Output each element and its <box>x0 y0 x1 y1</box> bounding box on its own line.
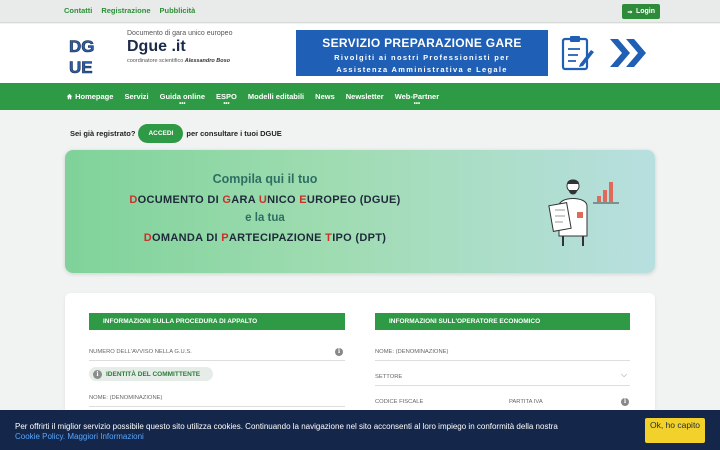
nav-label-news: News <box>315 92 335 101</box>
dropdown-dots-icon: ••• <box>413 101 421 107</box>
nav-item-web-partner[interactable]: Web-Partner ••• <box>394 92 440 107</box>
hero-line-1: Compila qui il tuo <box>212 172 318 186</box>
nav-label-homepage: Homepage <box>75 92 114 101</box>
field-label-vat: PARTITA IVA <box>509 399 543 405</box>
committente-toggle[interactable]: i IDENTITÀ DEL COMMITTENTE <box>89 367 213 381</box>
link-contatti[interactable]: Contatti <box>64 6 92 15</box>
committente-name-input[interactable] <box>89 406 345 407</box>
field-label-notice-number: NUMERO DELL'AVVISO NELLA G.U.S. <box>89 349 192 355</box>
info-icon[interactable]: i <box>621 398 629 406</box>
coordinator-name: Alessandro Boso <box>184 58 231 64</box>
field-label-operator-name: NOME: (DENOMINAZIONE) <box>375 349 449 355</box>
cookie-text: Per offrirti il miglior servizio possibi… <box>15 422 558 431</box>
clipboard-icon <box>561 36 594 71</box>
link-pubblicita[interactable]: Pubblicità <box>160 6 196 15</box>
nav-label-web-partner: Web-Partner <box>394 92 440 101</box>
hero-banner[interactable]: Compila qui il tuo DOCUMENTO DI GARA UNI… <box>65 150 655 273</box>
nav-item-news[interactable]: News <box>315 92 335 101</box>
nav-item-espo[interactable]: ESPO ••• <box>216 92 237 107</box>
nav-label-newsletter: Newsletter <box>345 92 384 101</box>
hero-line-2: DOCUMENTO DI GARA UNICO EUROPEO (DGUE) <box>129 194 401 206</box>
nav-item-modelli-editabili[interactable]: Modelli editabili <box>248 92 304 101</box>
field-label-sector: SETTORE <box>375 374 403 380</box>
nav-label-espo: ESPO <box>216 92 237 101</box>
dgue-logo[interactable]: DG UE <box>68 32 110 76</box>
top-bar: Contatti Registrazione Pubblicità Login <box>0 0 720 23</box>
section-header-procedura: INFORMAZIONI SULLA PROCEDURA DI APPALTO <box>89 313 345 330</box>
nav-item-homepage[interactable]: Homepage <box>66 92 113 101</box>
banner-line-2: Assistenza Amministrativa e Legale <box>336 65 508 74</box>
dropdown-dots-icon: ••• <box>223 101 230 107</box>
field-label-committente-name: NOME: (DENOMINAZIONE) <box>89 395 163 401</box>
banner-text-block: SERVIZIO PREPARAZIONE GARE Rivolgiti ai … <box>296 30 548 76</box>
login-icon <box>627 9 633 14</box>
nav-label-guida-online: Guida online <box>159 92 206 101</box>
nav-label-servizi: Servizi <box>124 92 149 101</box>
link-registrazione[interactable]: Registrazione <box>101 6 150 15</box>
banner-title: SERVIZIO PREPARAZIONE GARE <box>322 36 522 50</box>
hero-text: Compila qui il tuo DOCUMENTO DI GARA UNI… <box>65 172 465 244</box>
brand-name[interactable]: Dgue .it <box>127 38 186 56</box>
cookie-bar: Per offrirti il miglior servizio possibi… <box>0 410 720 450</box>
cookie-message: Per offrirti il miglior servizio possibi… <box>15 422 635 442</box>
hero-line-4: DOMANDA DI PARTECIPAZIONE TIPO (DPT) <box>143 232 387 244</box>
committente-label: IDENTITÀ DEL COMMITTENTE <box>106 370 201 378</box>
main-nav: Homepage Servizi Guida online ••• ESPO •… <box>0 83 720 110</box>
ad-banner[interactable]: SERVIZIO PREPARAZIONE GARE Rivolgiti ai … <box>296 30 660 76</box>
field-label-tax-code: CODICE FISCALE <box>375 399 424 405</box>
hero-line-3: e la tua <box>245 212 285 224</box>
accedi-button[interactable]: ACCEDI <box>138 124 184 143</box>
home-icon <box>66 93 73 100</box>
sector-select[interactable] <box>375 385 630 386</box>
login-label: Login <box>635 8 656 15</box>
coordinator-prefix: coordinatore scientifico <box>127 58 184 64</box>
cookie-accept-button[interactable]: Ok, ho capito <box>645 418 705 443</box>
banner-line-1: Rivolgiti ai nostri Professionisti per <box>334 53 510 62</box>
info-icon[interactable]: i <box>335 348 343 356</box>
nav-items: Homepage Servizi Guida online ••• ESPO •… <box>66 92 440 107</box>
login-prompt: Sei già registrato? ACCEDI per consultar… <box>70 124 282 143</box>
nav-item-newsletter[interactable]: Newsletter <box>346 92 384 101</box>
chevron-down-icon[interactable]: ⌵ <box>621 370 627 380</box>
dropdown-dots-icon: ••• <box>179 101 186 107</box>
brand-subtitle: Documento di gara unico europeo <box>127 30 233 37</box>
brand-coordinator: coordinatore scientifico Alessandro Boso <box>127 58 230 64</box>
man-with-chart-illustration <box>548 179 619 246</box>
info-icon: i <box>93 369 102 379</box>
nav-label-modelli: Modelli editabili <box>247 92 305 101</box>
section-header-operatore: INFORMAZIONI SULL'OPERATORE ECONOMICO <box>375 313 630 330</box>
prompt-after: per consultare i tuoi DGUE <box>186 129 282 138</box>
top-links: Contatti Registrazione Pubblicità <box>64 6 195 15</box>
operator-name-input[interactable] <box>375 360 630 361</box>
chevrons-right-icon <box>610 39 646 67</box>
banner-graphic <box>548 30 660 76</box>
nav-item-servizi[interactable]: Servizi <box>124 92 148 101</box>
site-header: DG UE Documento di gara unico europeo Dg… <box>0 24 720 83</box>
more-info-link[interactable]: Maggiori Informazioni <box>67 432 143 441</box>
cookie-policy-link[interactable]: Cookie Policy. <box>15 432 65 441</box>
prompt-before: Sei già registrato? <box>70 129 136 138</box>
login-button[interactable]: Login <box>622 4 660 19</box>
svg-text:UE: UE <box>69 58 93 76</box>
notice-number-input[interactable] <box>89 360 345 361</box>
nav-item-guida-online[interactable]: Guida online ••• <box>159 92 206 107</box>
svg-text:DG: DG <box>69 37 95 56</box>
